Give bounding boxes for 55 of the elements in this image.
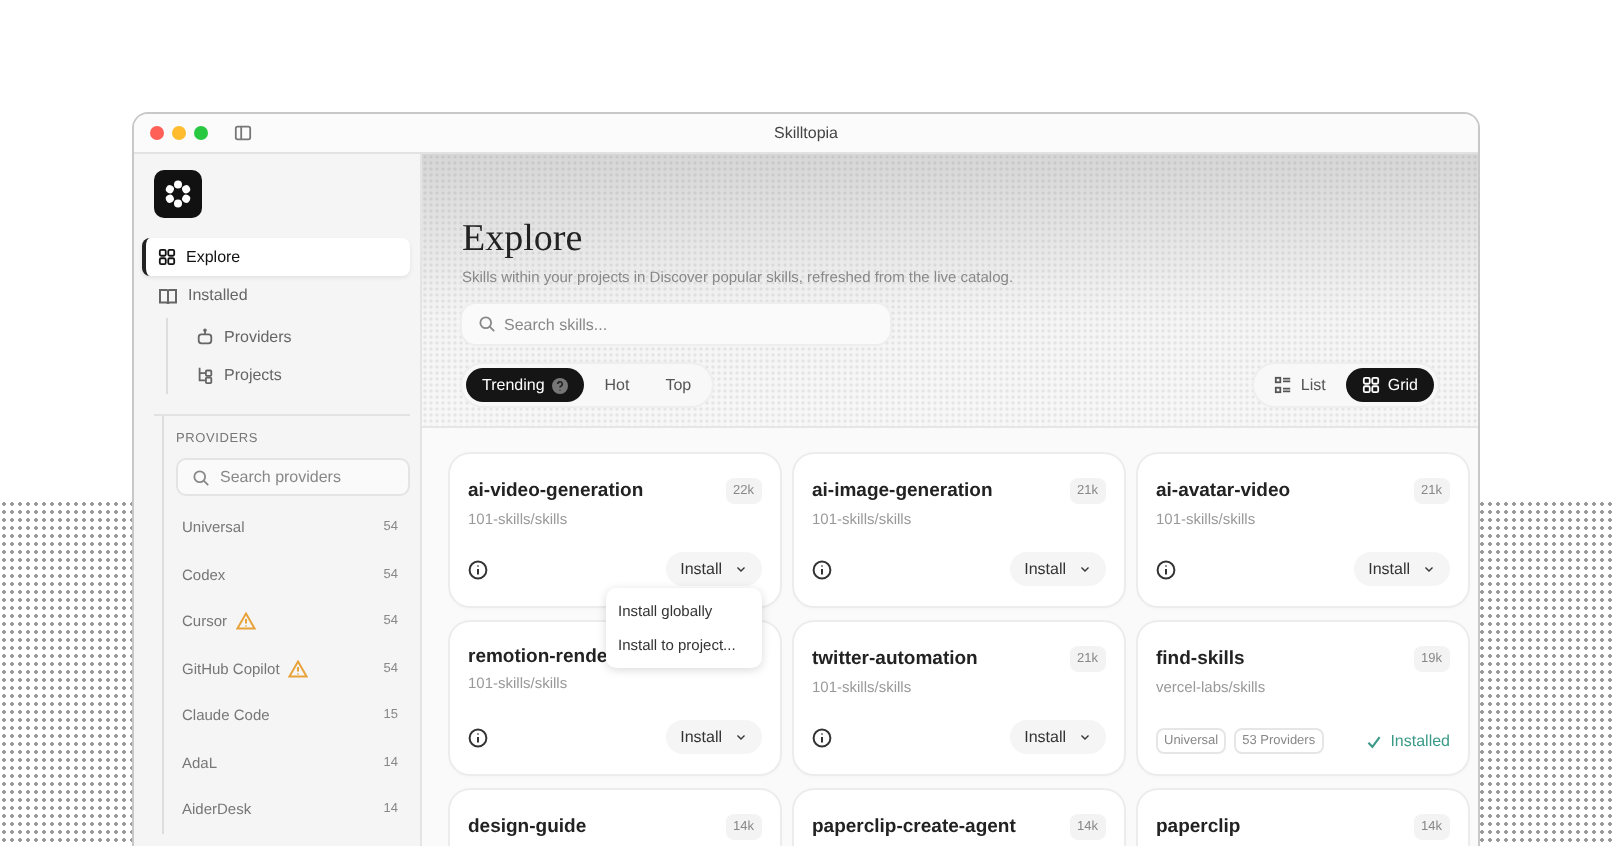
skill-name: ai-image-generation (812, 480, 993, 502)
search-icon (478, 315, 496, 333)
filter-tab[interactable]: Trending (466, 368, 585, 402)
install-button[interactable]: Install (1010, 552, 1106, 586)
nav-item[interactable]: Installed (142, 276, 410, 314)
skill-name: twitter-automation (812, 648, 978, 670)
tree-icon (196, 366, 214, 384)
page-title: Explore (462, 218, 585, 262)
install-button[interactable]: Install (666, 720, 762, 754)
check-icon (1366, 733, 1383, 749)
filter-tab[interactable]: Hot (588, 368, 646, 402)
skill-name: ai-avatar-video (1156, 480, 1291, 502)
robot-icon (196, 328, 214, 346)
close-button[interactable] (150, 126, 164, 140)
app-logo (154, 170, 202, 218)
view-tab[interactable]: Grid (1345, 368, 1434, 402)
skill-name: paperclip-create-agent (812, 816, 1016, 838)
info-icon (468, 559, 488, 579)
warning-icon (287, 659, 308, 678)
install-button[interactable]: Install (666, 552, 762, 586)
grid-icon (158, 248, 176, 266)
skill-name: paperclip (1156, 816, 1241, 838)
provider-search-field[interactable]: Search providers (176, 458, 410, 496)
chevron-icon (734, 562, 748, 576)
info-icon (812, 727, 832, 747)
zoom-button[interactable] (194, 126, 208, 140)
grid-icon (1361, 376, 1380, 394)
install-button[interactable]: Install (1010, 720, 1106, 754)
list-icon (1274, 376, 1293, 394)
book-icon (158, 285, 178, 305)
warning-icon (235, 612, 256, 631)
help-icon (552, 377, 569, 393)
skill-name: design-guide (468, 816, 587, 838)
search-icon (192, 468, 210, 486)
nav-item[interactable]: Projects (180, 356, 410, 394)
window-title: Skilltopia (773, 124, 838, 142)
minimize-button[interactable] (172, 126, 186, 140)
skill-search-field[interactable]: Search skills... (462, 304, 890, 344)
chevron-icon (1422, 562, 1436, 576)
chevron-icon (1078, 562, 1092, 576)
sidebar-toggle-icon[interactable] (234, 123, 252, 141)
skill-name: remotion-rende (468, 646, 608, 668)
status-text: Installed (1390, 732, 1450, 750)
install-button[interactable]: Install (1354, 552, 1450, 586)
view-tab[interactable]: List (1258, 368, 1342, 402)
info-icon (1156, 559, 1176, 579)
skill-name: ai-video-generation (468, 480, 644, 502)
nav-item[interactable]: Explore (142, 238, 410, 276)
filter-tab[interactable]: Top (649, 368, 708, 402)
nav-item[interactable]: Providers (180, 318, 410, 356)
info-icon (468, 727, 488, 747)
skill-name: find-skills (1156, 648, 1245, 670)
info-icon (812, 559, 832, 579)
chevron-icon (734, 730, 748, 744)
chevron-icon (1078, 730, 1092, 744)
